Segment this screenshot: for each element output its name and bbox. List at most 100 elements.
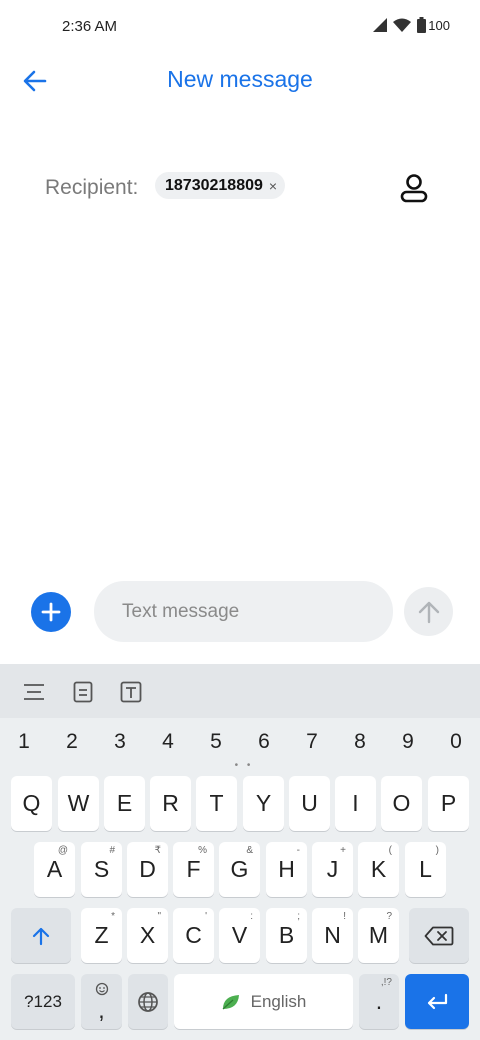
key-y[interactable]: Y [243, 776, 284, 831]
key-label: P [440, 790, 457, 816]
key-label: T [209, 790, 224, 816]
key-5[interactable]: 5 [196, 730, 236, 754]
key-4[interactable]: 4 [148, 730, 188, 754]
key-w[interactable]: W [58, 776, 99, 831]
chip-remove-icon[interactable]: × [269, 178, 277, 194]
page-indicator-dots: • • [234, 760, 254, 771]
key-hint: : [250, 911, 253, 922]
key-label: D [139, 856, 156, 882]
key-hint: & [246, 845, 253, 856]
key-b[interactable]: ; B [266, 908, 307, 963]
space-key[interactable]: English [174, 974, 353, 1029]
key-c[interactable]: ' C [173, 908, 214, 963]
shift-arrow-icon [32, 927, 50, 945]
globe-icon [138, 991, 158, 1012]
back-button[interactable] [18, 64, 52, 98]
key-label: H [278, 856, 295, 882]
key-e[interactable]: E [104, 776, 145, 831]
key-label: Q [22, 790, 41, 816]
key-label: M [368, 922, 389, 948]
symbols-key[interactable]: ?123 [11, 974, 75, 1029]
language-key[interactable] [128, 974, 168, 1029]
enter-key[interactable] [405, 974, 469, 1029]
key-hint: @ [57, 845, 68, 856]
period-key[interactable]: ,!?. [359, 974, 399, 1029]
status-icons: 100 [373, 17, 450, 33]
key-9[interactable]: 9 [388, 730, 428, 754]
key-label: G [230, 856, 249, 882]
key-label: E [116, 790, 133, 816]
clipboard-button[interactable] [71, 680, 95, 704]
recipient-chip-number: 18730218809 [165, 176, 263, 194]
key-a[interactable]: @ A [34, 842, 75, 897]
key-h[interactable]: -H [266, 842, 307, 897]
key-p[interactable]: P [428, 776, 469, 831]
key-label: ?123 [24, 991, 62, 1011]
key-hint: ' [205, 911, 207, 922]
signal-icon [373, 18, 388, 32]
key-label: V [231, 922, 248, 948]
key-x[interactable]: " X [127, 908, 168, 963]
attach-button[interactable] [31, 592, 71, 632]
contact-picker-button[interactable] [394, 168, 434, 208]
back-arrow-icon [23, 70, 47, 92]
comma-emoji-key[interactable]: , [81, 974, 122, 1029]
key-r[interactable]: R [150, 776, 191, 831]
key-label: . [375, 988, 383, 1014]
key-u[interactable]: U [289, 776, 330, 831]
recipient-label: Recipient: [45, 176, 139, 199]
keyboard-menu-button[interactable] [22, 680, 46, 704]
key-label: I [352, 790, 359, 816]
text-editing-button[interactable] [119, 680, 143, 704]
key-hint: " [157, 911, 161, 922]
key-label: X [139, 922, 156, 948]
key-label: U [301, 790, 318, 816]
key-label: S [93, 856, 110, 882]
key-8[interactable]: 8 [340, 730, 380, 754]
key-i[interactable]: I [335, 776, 376, 831]
key-d[interactable]: ₹ D [127, 842, 168, 897]
wifi-icon [393, 18, 412, 32]
key-1[interactable]: 1 [4, 730, 44, 754]
key-j[interactable]: + J [312, 842, 353, 897]
key-q[interactable]: Q [11, 776, 52, 831]
key-f[interactable]: % F [173, 842, 214, 897]
key-hint: ! [343, 911, 346, 922]
key-k[interactable]: (K [358, 842, 399, 897]
send-button[interactable] [404, 587, 453, 636]
key-z[interactable]: * Z [81, 908, 122, 963]
key-label: B [278, 922, 295, 948]
key-s[interactable]: # S [81, 842, 122, 897]
key-label: F [186, 856, 201, 882]
key-label: , [98, 997, 105, 1023]
key-v[interactable]: :V [219, 908, 260, 963]
key-label: W [67, 790, 90, 816]
key-t[interactable]: T [196, 776, 237, 831]
recipient-chip[interactable]: 18730218809 × [155, 172, 286, 199]
key-label: Z [94, 922, 109, 948]
text-format-icon [120, 681, 142, 703]
emoji-icon [95, 982, 109, 996]
key-n[interactable]: ! N [312, 908, 353, 963]
key-hint: ; [297, 911, 300, 922]
key-6[interactable]: 6 [244, 730, 284, 754]
key-label: Y [255, 790, 272, 816]
key-label: L [419, 856, 432, 882]
person-icon [400, 174, 428, 203]
key-0[interactable]: 0 [436, 730, 476, 754]
key-7[interactable]: 7 [292, 730, 332, 754]
key-g[interactable]: & G [219, 842, 260, 897]
shift-key[interactable] [11, 908, 71, 963]
key-m[interactable]: ? M [358, 908, 399, 963]
key-l[interactable]: ) L [405, 842, 446, 897]
key-label: A [46, 856, 63, 882]
key-3[interactable]: 3 [100, 730, 140, 754]
key-label: O [392, 790, 411, 816]
key-label: N [324, 922, 341, 948]
backspace-key[interactable] [409, 908, 469, 963]
key-2[interactable]: 2 [52, 730, 92, 754]
key-o[interactable]: O [381, 776, 422, 831]
key-hint: * [111, 911, 115, 922]
status-time: 2:36 AM [62, 18, 118, 35]
message-input[interactable] [94, 581, 393, 642]
